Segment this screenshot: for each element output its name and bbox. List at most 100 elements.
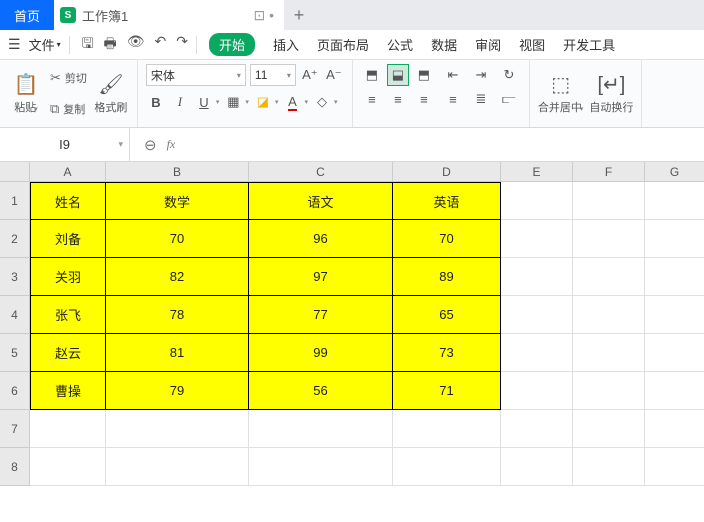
wrap-text-button[interactable]: [↵] 自动换行	[589, 64, 633, 123]
cell-G6[interactable]	[645, 372, 704, 410]
home-tab[interactable]: 首页	[0, 0, 54, 30]
col-head-C[interactable]: C	[249, 162, 393, 182]
align-right-icon[interactable]: ≡	[413, 88, 435, 110]
cell-A2[interactable]: 刘备	[30, 220, 106, 258]
row-head-2[interactable]: 2	[0, 220, 30, 258]
cell-A1[interactable]: 姓名	[30, 182, 106, 220]
align-bottom-icon[interactable]: ⬒	[413, 64, 435, 86]
cell-C6[interactable]: 56	[249, 372, 393, 410]
cell-A5[interactable]: 赵云	[30, 334, 106, 372]
cell-C8[interactable]	[249, 448, 393, 486]
cell-C1[interactable]: 语文	[249, 182, 393, 220]
cell-B6[interactable]: 79	[106, 372, 249, 410]
cell-E1[interactable]	[501, 182, 573, 220]
cell-G5[interactable]	[645, 334, 704, 372]
shrink-fit-icon[interactable]: ⫍	[497, 88, 521, 110]
cell-C3[interactable]: 97	[249, 258, 393, 296]
cell-E3[interactable]	[501, 258, 573, 296]
italic-button[interactable]: I	[170, 92, 190, 112]
copy-button[interactable]: ⧉复制	[50, 101, 87, 117]
fx-icon[interactable]: fx	[167, 137, 176, 152]
row-head-7[interactable]: 7	[0, 410, 30, 448]
cell-D6[interactable]: 71	[393, 372, 501, 410]
paste-button[interactable]: 📋 粘贴▾	[8, 64, 44, 123]
row-head-1[interactable]: 1	[0, 182, 30, 220]
merge-center-button[interactable]: ⬚ 合并居中▾	[538, 64, 584, 123]
cell-D4[interactable]: 65	[393, 296, 501, 334]
cell-G1[interactable]	[645, 182, 704, 220]
align-middle-icon[interactable]: ⬓	[387, 64, 409, 86]
tab-insert[interactable]: 插入	[273, 35, 299, 54]
col-head-A[interactable]: A	[30, 162, 106, 182]
cell-A3[interactable]: 关羽	[30, 258, 106, 296]
cell-F4[interactable]	[573, 296, 645, 334]
cell-E6[interactable]	[501, 372, 573, 410]
name-box[interactable]: I9▾	[0, 128, 130, 161]
col-head-F[interactable]: F	[573, 162, 645, 182]
cell-A8[interactable]	[30, 448, 106, 486]
tab-page-layout[interactable]: 页面布局	[317, 35, 369, 54]
cell-C5[interactable]: 99	[249, 334, 393, 372]
row-head-5[interactable]: 5	[0, 334, 30, 372]
cell-E5[interactable]	[501, 334, 573, 372]
cell-C2[interactable]: 96	[249, 220, 393, 258]
underline-button[interactable]: U	[194, 92, 214, 112]
print-icon[interactable]: 🖶	[104, 33, 117, 57]
cell-G7[interactable]	[645, 410, 704, 448]
cell-E8[interactable]	[501, 448, 573, 486]
fill-color-button[interactable]: ◪	[253, 92, 273, 112]
row-head-8[interactable]: 8	[0, 448, 30, 486]
tab-review[interactable]: 审阅	[475, 35, 501, 54]
col-head-D[interactable]: D	[393, 162, 501, 182]
col-head-B[interactable]: B	[106, 162, 249, 182]
cell-F2[interactable]	[573, 220, 645, 258]
cell-E4[interactable]	[501, 296, 573, 334]
cell-D5[interactable]: 73	[393, 334, 501, 372]
cut-button[interactable]: ✂剪切	[50, 70, 87, 86]
orientation-icon[interactable]: ↻	[497, 64, 521, 86]
document-tab[interactable]: S 工作簿1 ⊡ •	[54, 0, 284, 30]
cell-B8[interactable]	[106, 448, 249, 486]
cell-G3[interactable]	[645, 258, 704, 296]
file-menu[interactable]: 文件▾	[29, 35, 61, 54]
cell-G4[interactable]	[645, 296, 704, 334]
cell-B7[interactable]	[106, 410, 249, 448]
cell-D3[interactable]: 89	[393, 258, 501, 296]
cell-D8[interactable]	[393, 448, 501, 486]
row-head-4[interactable]: 4	[0, 296, 30, 334]
distribute-v-icon[interactable]: ≣	[469, 88, 493, 110]
font-color-button[interactable]: A	[282, 92, 302, 112]
preview-icon[interactable]: 👁	[127, 33, 145, 57]
format-painter-button[interactable]: 🖌 格式刷	[93, 64, 129, 123]
tab-menu-icon[interactable]: ⊡ •	[253, 7, 274, 24]
cancel-icon[interactable]: ⊖	[144, 136, 157, 154]
cell-B3[interactable]: 82	[106, 258, 249, 296]
distribute-h-icon[interactable]: ≡	[441, 88, 465, 110]
font-name-combo[interactable]: 宋体▾	[146, 64, 246, 86]
cell-B5[interactable]: 81	[106, 334, 249, 372]
bold-button[interactable]: B	[146, 92, 166, 112]
save-icon[interactable]: 🖫	[82, 33, 94, 57]
tab-data[interactable]: 数据	[431, 35, 457, 54]
decrease-font-icon[interactable]: A⁻	[324, 65, 344, 85]
cell-F1[interactable]	[573, 182, 645, 220]
add-tab-button[interactable]: +	[284, 0, 314, 30]
redo-icon[interactable]: ↷	[176, 33, 188, 57]
border-button[interactable]: ▦	[223, 92, 243, 112]
cell-G8[interactable]	[645, 448, 704, 486]
formula-input[interactable]	[189, 128, 704, 161]
cell-D2[interactable]: 70	[393, 220, 501, 258]
tab-view[interactable]: 视图	[519, 35, 545, 54]
cell-E7[interactable]	[501, 410, 573, 448]
cell-F3[interactable]	[573, 258, 645, 296]
align-center-icon[interactable]: ≡	[387, 88, 409, 110]
cell-A6[interactable]: 曹操	[30, 372, 106, 410]
cell-A4[interactable]: 张飞	[30, 296, 106, 334]
tab-formula[interactable]: 公式	[387, 35, 413, 54]
row-head-6[interactable]: 6	[0, 372, 30, 410]
cell-B1[interactable]: 数学	[106, 182, 249, 220]
increase-indent-icon[interactable]: ⇥	[469, 64, 493, 86]
menu-icon[interactable]: ☰	[8, 36, 21, 53]
cell-B4[interactable]: 78	[106, 296, 249, 334]
align-left-icon[interactable]: ≡	[361, 88, 383, 110]
